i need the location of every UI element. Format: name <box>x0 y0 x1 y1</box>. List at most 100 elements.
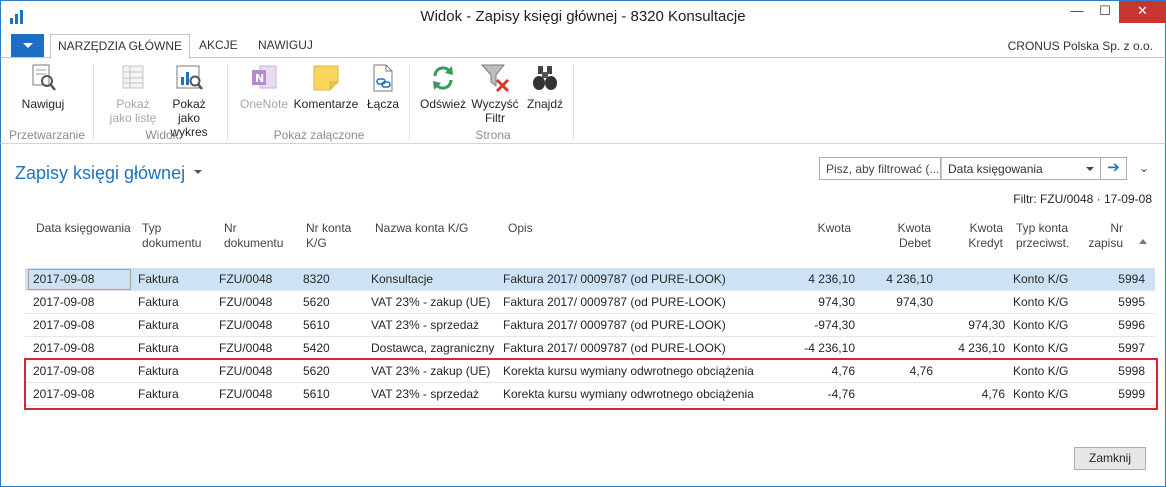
column-header-label: Kwota <box>969 221 1003 235</box>
cell-description[interactable]: Faktura 2017/ 0009787 (od PURE-LOOK) <box>503 295 726 309</box>
show-as-list-button[interactable]: Pokaż jako listę <box>109 62 157 125</box>
cell-date[interactable]: 2017-09-08 <box>33 341 94 355</box>
cell-doc-type[interactable]: Faktura <box>138 295 179 309</box>
ribbon: Nawiguj Przetwarzanie Pokaż jako listę P… <box>0 57 1166 144</box>
cell-account-no[interactable]: 8320 <box>303 272 330 286</box>
cell-date[interactable]: 2017-09-08 <box>33 318 94 332</box>
cell-description[interactable]: Faktura 2017/ 0009787 (od PURE-LOOK) <box>503 341 726 355</box>
cell-account-no[interactable]: 5610 <box>303 318 330 332</box>
window-title: Widok - Zapisy księgi głównej - 8320 Kon… <box>420 8 746 25</box>
ribbon-separator <box>573 64 574 140</box>
navigate-button[interactable]: Nawiguj <box>15 62 71 111</box>
cell-account-name[interactable]: Konsultacje <box>371 272 433 286</box>
table-row[interactable]: 2017-09-08 Faktura FZU/0048 5610 VAT 23%… <box>25 314 1155 337</box>
column-header-label: Kwota <box>897 221 931 235</box>
column-header-account-name[interactable]: Nazwa konta K/G <box>375 221 468 236</box>
cell-account-no[interactable]: 5620 <box>303 295 330 309</box>
cell-doc-type[interactable]: Faktura <box>138 272 179 286</box>
minimize-button[interactable]: — <box>1063 1 1091 23</box>
clear-filter-label-2: Filtr <box>485 111 505 125</box>
cell-entry-no[interactable]: 5994 <box>1085 272 1145 286</box>
column-header-doc-type[interactable]: Typ dokumentu <box>142 221 201 251</box>
cell-debit[interactable]: 4 236,10 <box>853 272 933 286</box>
cell-date[interactable]: 2017-09-08 <box>33 272 94 286</box>
find-button[interactable]: Znajdź <box>523 62 567 111</box>
filter-field-select[interactable]: Data księgowania <box>941 157 1101 180</box>
link-icon <box>367 62 399 94</box>
cell-balance-type[interactable]: Konto K/G <box>1013 272 1068 286</box>
tab-actions[interactable]: AKCJE <box>192 34 245 59</box>
cell-entry-no[interactable]: 5997 <box>1085 341 1145 355</box>
cell-entry-no[interactable]: 5995 <box>1085 295 1145 309</box>
search-input[interactable]: Pisz, aby filtrować (... <box>819 157 941 180</box>
column-header-label: Debet <box>898 236 931 250</box>
page-title-dropdown-icon[interactable] <box>194 170 202 174</box>
column-header-label: Opis <box>508 221 533 235</box>
column-header-label: zapisu <box>1088 236 1123 250</box>
refresh-button[interactable]: Odśwież <box>419 62 467 111</box>
column-header-label: Nr <box>224 221 237 235</box>
cell-doc-no[interactable]: FZU/0048 <box>219 295 272 309</box>
cell-doc-type[interactable]: Faktura <box>138 318 179 332</box>
column-header-description[interactable]: Opis <box>508 221 533 236</box>
cell-debit[interactable]: 974,30 <box>853 295 933 309</box>
collapse-chevron-icon[interactable]: ⌄ <box>1139 161 1149 175</box>
column-header-label: Nr <box>1110 221 1123 235</box>
cell-amount[interactable]: 974,30 <box>775 295 855 309</box>
column-header-doc-no[interactable]: Nr dokumentu <box>224 221 283 251</box>
navigate-label: Nawiguj <box>21 97 65 111</box>
column-header-label: Nr konta <box>306 221 352 235</box>
cell-balance-type[interactable]: Konto K/G <box>1013 318 1068 332</box>
table-row[interactable]: 2017-09-08 Faktura FZU/0048 8320 Konsult… <box>25 268 1155 291</box>
column-header-credit[interactable]: Kwota Kredyt <box>937 221 1003 251</box>
cell-description[interactable]: Faktura 2017/ 0009787 (od PURE-LOOK) <box>503 272 726 286</box>
column-header-debit[interactable]: Kwota Debet <box>865 221 931 251</box>
tab-home[interactable]: NARZĘDZIA GŁÓWNE <box>50 34 191 59</box>
column-header-account-no[interactable]: Nr konta K/G <box>306 221 351 251</box>
column-header-date[interactable]: Data księgowania <box>36 221 131 236</box>
filter-field-value: Data księgowania <box>948 162 1043 176</box>
cell-doc-no[interactable]: FZU/0048 <box>219 272 272 286</box>
show-as-chart-label-1: Pokaż jako <box>172 97 206 125</box>
cell-credit[interactable]: 4 236,10 <box>925 341 1005 355</box>
onenote-button[interactable]: N OneNote <box>237 62 291 111</box>
cell-account-name[interactable]: Dostawca, zagraniczny <box>371 341 494 355</box>
clear-filter-icon <box>479 62 511 94</box>
column-header-balance-type[interactable]: Typ konta przeciwst. <box>1016 221 1069 251</box>
cell-doc-type[interactable]: Faktura <box>138 341 179 355</box>
tab-navigate[interactable]: NAWIGUJ <box>251 34 320 59</box>
app-menu-button[interactable] <box>11 34 44 57</box>
page-title[interactable]: Zapisy księgi głównej <box>15 163 185 184</box>
column-header-amount[interactable]: Kwota <box>785 221 851 236</box>
cell-account-name[interactable]: VAT 23% - zakup (UE) <box>371 295 490 309</box>
table-row[interactable]: 2017-09-08 Faktura FZU/0048 5620 VAT 23%… <box>25 291 1155 314</box>
cell-doc-no[interactable]: FZU/0048 <box>219 341 272 355</box>
close-button[interactable]: Zamknij <box>1074 447 1146 470</box>
column-header-label: Typ <box>142 221 162 235</box>
cell-credit[interactable]: 974,30 <box>925 318 1005 332</box>
comments-button[interactable]: Komentarze <box>293 62 359 111</box>
cell-amount[interactable]: -4 236,10 <box>775 341 855 355</box>
cell-description[interactable]: Faktura 2017/ 0009787 (od PURE-LOOK) <box>503 318 726 332</box>
refresh-icon <box>427 62 459 94</box>
close-window-button[interactable]: ✕ <box>1119 1 1166 23</box>
table-row[interactable]: 2017-09-08 Faktura FZU/0048 5420 Dostawc… <box>25 337 1155 360</box>
cell-doc-no[interactable]: FZU/0048 <box>219 318 272 332</box>
links-button[interactable]: Łącza <box>363 62 403 111</box>
cell-balance-type[interactable]: Konto K/G <box>1013 341 1068 355</box>
cell-amount[interactable]: -974,30 <box>775 318 855 332</box>
navigate-icon <box>27 62 59 94</box>
cell-balance-type[interactable]: Konto K/G <box>1013 295 1068 309</box>
search-go-button[interactable]: ➔ <box>1101 157 1127 180</box>
ribbon-separator <box>93 64 94 140</box>
cell-account-name[interactable]: VAT 23% - sprzedaż <box>371 318 479 332</box>
cell-entry-no[interactable]: 5996 <box>1085 318 1145 332</box>
column-header-label: Typ konta <box>1016 221 1069 235</box>
cell-account-no[interactable]: 5420 <box>303 341 330 355</box>
maximize-button[interactable]: ☐ <box>1091 1 1119 23</box>
column-header-entry-no[interactable]: Nr zapisu <box>1085 221 1123 251</box>
group-label-attachments: Pokaż załączone <box>273 128 365 142</box>
clear-filter-button[interactable]: Wyczyść Filtr <box>471 62 519 125</box>
cell-amount[interactable]: 4 236,10 <box>775 272 855 286</box>
cell-date[interactable]: 2017-09-08 <box>33 295 94 309</box>
